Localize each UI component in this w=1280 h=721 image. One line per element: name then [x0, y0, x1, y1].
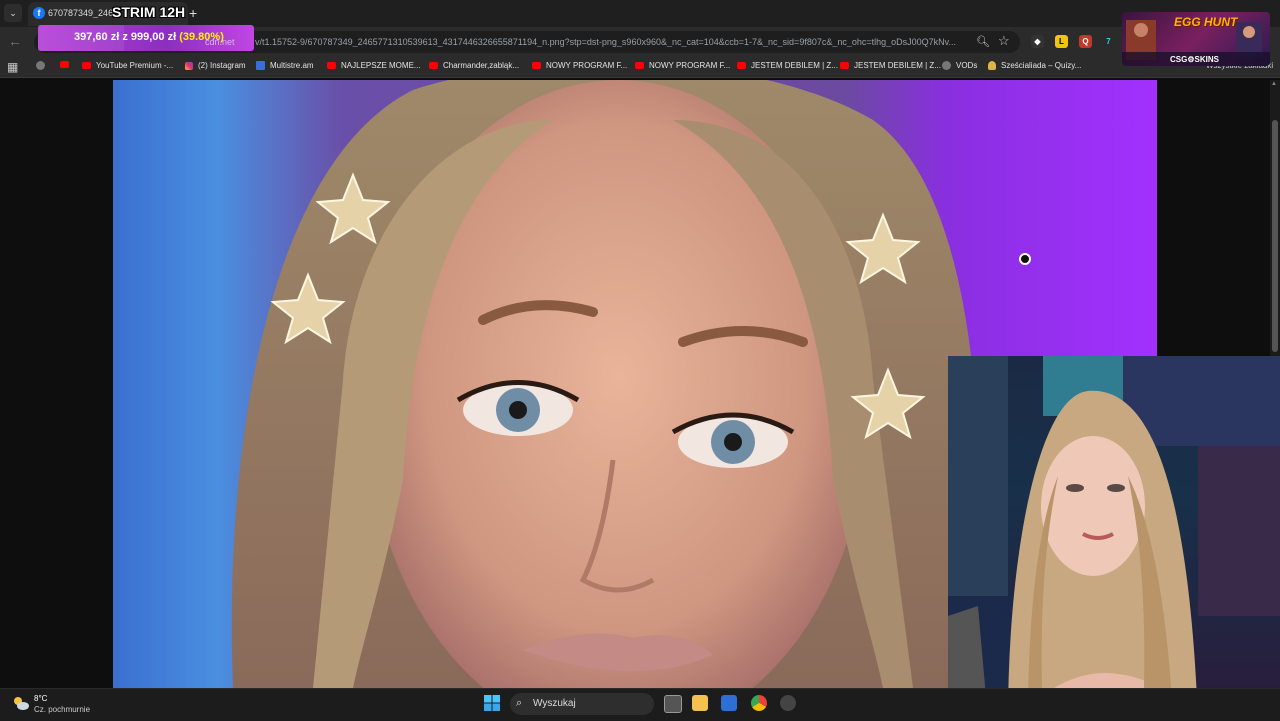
bookmark-label: NAJLEPSZE MOME...: [341, 61, 421, 70]
bookmark-label: YouTube Premium -...: [96, 61, 174, 70]
windows-start-icon[interactable]: [484, 695, 500, 711]
donation-goal-text: 397,60 zł z 999,00 zł (39.80%): [74, 31, 224, 43]
bookmark-label: JESTEM DEBILEM | Z...: [854, 61, 941, 70]
bookmark-label: JESTEM DEBILEM | Z...: [751, 61, 838, 70]
chrome-icon[interactable]: [751, 695, 767, 711]
bookmark-label: Sześcialiada – Quizy...: [1001, 61, 1082, 70]
url-domain-tail: cdn.net: [205, 37, 235, 47]
file-explorer-icon[interactable]: [692, 695, 708, 711]
extension-shield-icon[interactable]: ◆: [1031, 35, 1044, 48]
extension-l-icon[interactable]: L: [1055, 35, 1068, 48]
extension-7tv-icon[interactable]: 7: [1102, 35, 1115, 48]
bookmark-label: (2) Instagram: [198, 61, 246, 70]
bookmark-label: Multistre.am: [270, 61, 314, 70]
youtube-icon: [635, 62, 644, 69]
multistream-icon: [256, 61, 265, 70]
bookmark-star-icon[interactable]: ☆: [998, 33, 1010, 49]
bookmark-label: NOWY PROGRAM F...: [649, 61, 731, 70]
weather-cloudy-icon[interactable]: [12, 695, 30, 711]
instagram-icon: [185, 61, 193, 70]
mouse-cursor: [1019, 253, 1031, 265]
search-placeholder: Wyszukaj: [533, 698, 576, 709]
back-arrow-icon[interactable]: ←: [8, 33, 22, 49]
bookmark-item[interactable]: VODs: [942, 61, 977, 70]
bookmark-item[interactable]: JESTEM DEBILEM | Z...: [737, 61, 838, 70]
stream-title: STRIM 12H: [112, 4, 186, 20]
youtube-icon: [82, 62, 91, 69]
bookmark-label: NOWY PROGRAM F...: [546, 61, 628, 70]
weather-description: Cz. pochmurnie: [34, 705, 91, 714]
scrollbar-thumb[interactable]: [1272, 120, 1278, 352]
bookmark-label: Charmander,zabląk...: [443, 61, 520, 70]
task-view-icon[interactable]: [664, 695, 682, 713]
webcam-overlay: [948, 356, 1280, 720]
youtube-icon: [532, 62, 541, 69]
bookmark-item[interactable]: NAJLEPSZE MOME...: [327, 61, 421, 70]
microsoft-store-icon[interactable]: [721, 695, 737, 711]
facebook-icon: f: [33, 7, 45, 19]
youtube-icon: [737, 62, 746, 69]
bookmark-label: VODs: [956, 61, 978, 70]
donation-amount: 397,60 zł: [74, 31, 120, 43]
tab-title: 670787349_24657: [48, 8, 118, 18]
egg-hunt-title: EGG HUNT: [1174, 15, 1238, 29]
new-tab-button[interactable]: +: [189, 5, 197, 21]
bookmark-item[interactable]: JESTEM DEBILEM | Z...: [840, 61, 941, 70]
donation-connector: z: [122, 31, 128, 43]
bookmark-item[interactable]: NOWY PROGRAM F...: [635, 61, 730, 70]
quiz-icon: [988, 61, 996, 70]
bookmark-incognito[interactable]: [36, 61, 50, 70]
bookmark-item[interactable]: NOWY PROGRAM F...: [532, 61, 627, 70]
sponsor-label: CSG⚙SKINS: [1170, 55, 1219, 64]
donation-goal: 999,00 zł: [130, 31, 177, 43]
apps-grid-icon[interactable]: ▦: [7, 60, 18, 74]
bookmark-item[interactable]: Multistre.am: [256, 61, 314, 70]
scroll-up-arrow-icon[interactable]: ▲: [1271, 81, 1277, 87]
youtube-icon: [60, 61, 69, 68]
zoom-icon[interactable]: 🔍︎: [976, 35, 990, 48]
obs-icon[interactable]: [780, 695, 796, 711]
bookmark-item[interactable]: [60, 61, 74, 68]
youtube-icon: [429, 62, 438, 69]
incognito-icon: [36, 61, 45, 70]
weather-temperature: 8°C: [34, 694, 48, 703]
webcam-illustration: [948, 356, 1280, 720]
bookmark-item[interactable]: Sześcialiada – Quizy...: [988, 61, 1081, 70]
tab-search-dropdown-icon[interactable]: ⌄: [4, 4, 22, 22]
url-text[interactable]: v/t1.15752-9/670787349_2465771310539613_…: [255, 37, 971, 47]
search-icon: ⌕: [516, 697, 523, 709]
bookmark-item[interactable]: (2) Instagram: [185, 61, 246, 70]
youtube-icon: [840, 62, 849, 69]
extension-search-icon[interactable]: Q: [1079, 35, 1092, 48]
bookmark-item[interactable]: YouTube Premium -...: [82, 61, 173, 70]
vods-icon: [942, 61, 951, 70]
bookmark-item[interactable]: Charmander,zabląk...: [429, 61, 519, 70]
taskbar-search-box[interactable]: [510, 693, 654, 715]
youtube-icon: [327, 62, 336, 69]
